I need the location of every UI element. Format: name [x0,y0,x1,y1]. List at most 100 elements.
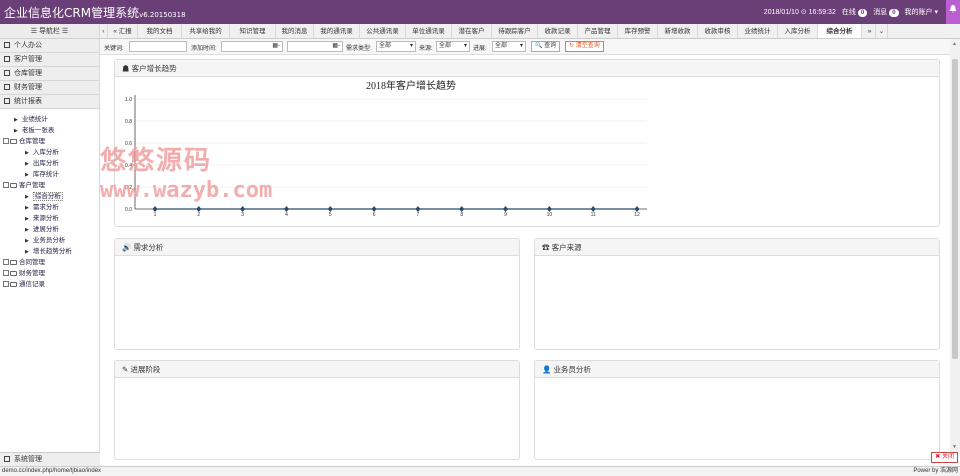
demand-type-select[interactable]: 全部 ▾ [376,41,416,52]
tree-item[interactable]: 仓库管理 [0,136,99,147]
tab-item[interactable]: 入库分析 [778,24,818,38]
tab-item[interactable]: « 汇报 [108,24,138,38]
expand-icon[interactable] [3,281,9,287]
tree-item-label: 需求分析 [32,204,59,211]
tab-item[interactable]: 收款记录 [538,24,578,38]
close-button[interactable]: ✖ 关闭 [931,452,958,463]
x-tick-label: 6 [373,212,376,218]
user-icon: 👤 [542,365,554,374]
tab-item[interactable]: 产品管理 [578,24,618,38]
messages-count: 0 [889,9,899,17]
tree-item-label: 出库分析 [32,160,59,167]
tab-item[interactable]: 我的通讯录 [314,24,360,38]
folder-icon [10,271,17,276]
tab-item[interactable]: 业绩统计 [738,24,778,38]
demand-type-label: 需求类型: [346,46,372,52]
watermark-url: www.wazyb.com [100,178,273,203]
collapse-icon[interactable] [3,182,9,188]
top-header: 企业信息化CRM管理系统v6.20150318 2018/01/10 ⊙ 16:… [0,0,960,24]
nav-title: ☰ 导航栏 ☰ [0,24,99,39]
tree-item[interactable]: ▶ 业务员分析 [0,235,99,246]
menu-statistics-reports[interactable]: 统计报表 [0,95,99,109]
tab-item[interactable]: 我的文档 [138,24,182,38]
tab-item[interactable]: 我的消息 [276,24,314,38]
status-url: demo.cc/index.php/home/tjbiao/index [2,468,102,474]
progress-label: 进展: [473,46,487,52]
x-tick-label: 2 [197,212,200,218]
menu-personal-office[interactable]: 个人办公 [0,39,99,53]
menu-finance-management[interactable]: 财务管理 [0,81,99,95]
tree-item[interactable]: ▶ 入库分析 [0,147,99,158]
x-tick-label: 10 [547,212,553,218]
tree-item-label: 入库分析 [32,149,59,156]
app-title: 企业信息化CRM管理系统v6.20150318 [4,6,186,20]
menu-warehouse-management[interactable]: 仓库管理 [0,67,99,81]
folder-icon [10,282,17,287]
online-indicator[interactable]: 在线 0 [842,7,868,17]
main-scrollbar[interactable]: ▲ ▼ [950,39,960,452]
search-button[interactable]: 🔍 查询 [531,41,561,52]
y-tick-label: 0.0 [125,207,132,213]
panel-header: ☎ 客户来源 [535,239,939,256]
end-date-input[interactable]: ▦- [287,41,343,52]
tree-item[interactable]: 客户管理 [0,180,99,191]
scroll-down-icon[interactable]: ▼ [952,444,957,450]
tab-menu-icon[interactable]: ⌄ [876,24,888,38]
scroll-thumb[interactable] [952,59,958,359]
messages-indicator[interactable]: 消息 0 [873,7,899,17]
tree-item[interactable]: ▶ 需求分析 [0,202,99,213]
tab-item[interactable]: 公共通讯录 [360,24,406,38]
tab-item[interactable]: 待跟踪客户 [492,24,538,38]
tab-item[interactable]: 库存预警 [618,24,658,38]
tree-item[interactable]: ▶ 来源分析 [0,213,99,224]
x-tick-label: 8 [460,212,463,218]
tree-item[interactable]: ▶ 增长趋势分析 [0,246,99,257]
menu-system-management[interactable]: 系统管理 [0,452,100,466]
tree-item[interactable]: 合同管理 [0,257,99,268]
scroll-up-icon[interactable]: ▲ [952,41,957,47]
tree-item[interactable]: ▶ 综合分析 [0,191,99,202]
header-right: 2018/01/10 ⊙ 16:59:32 在线 0 消息 0 我的账户 ▾ [764,7,938,17]
datetime: 2018/01/10 ⊙ 16:59:32 [763,9,836,16]
tab-scroll-right-icon[interactable]: » [864,24,876,38]
start-date-input[interactable]: ▦- [221,41,283,52]
tree-item[interactable]: 通信记录 [0,279,99,290]
tree-item[interactable]: ▶ 出库分析 [0,158,99,169]
clear-search-button[interactable]: ↻ 清空查询 [565,41,604,52]
phone-icon: ☎ [542,243,552,252]
tab-item[interactable]: 共享给我的 [182,24,230,38]
tab-item[interactable]: 潜在客户 [452,24,492,38]
expand-icon[interactable] [3,259,9,265]
expand-icon[interactable] [3,270,9,276]
tree-item[interactable]: ▶ 业绩统计 [0,114,99,125]
tab-item[interactable]: 知识管理 [230,24,276,38]
tab-item[interactable]: 收款审核 [698,24,738,38]
panel-header: ✎ 进展阶段 [115,361,519,378]
progress-select[interactable]: 全部 ▾ [492,41,526,52]
tree-item-label: 合同管理 [19,259,45,266]
panel-header: 🔊 需求分析 [115,239,519,256]
tree-item[interactable]: ▶ 进展分析 [0,224,99,235]
menu-toggle-icon [4,42,10,48]
tree-item-label: 进展分析 [32,226,59,233]
tab-item[interactable]: 综合分析 [818,24,862,38]
tab-item[interactable]: 新增收款 [658,24,698,38]
source-select[interactable]: 全部 ▾ [436,41,470,52]
keyword-input[interactable] [129,41,187,52]
notification-bell-icon[interactable] [946,0,960,24]
x-tick-label: 3 [241,212,244,218]
tree-item[interactable]: ▶ 库存统计 [0,169,99,180]
folder-icon [10,139,17,144]
collapse-icon[interactable] [3,138,9,144]
x-tick-label: 9 [504,212,507,218]
watermark-logo: 悠悠源码 [100,146,213,176]
tree-item-label: 增长趋势分析 [32,248,72,255]
menu-customer-management[interactable]: 客户管理 [0,53,99,67]
account-menu[interactable]: 我的账户 ▾ [905,7,938,17]
online-count: 0 [857,9,868,17]
tab-scroll-left-icon[interactable]: ‹ [100,24,108,38]
added-time-label: 添加时间: [191,46,217,52]
tree-item[interactable]: 财务管理 [0,268,99,279]
tab-item[interactable]: 单位通讯录 [406,24,452,38]
tree-item[interactable]: ▶ 老板一张表 [0,125,99,136]
